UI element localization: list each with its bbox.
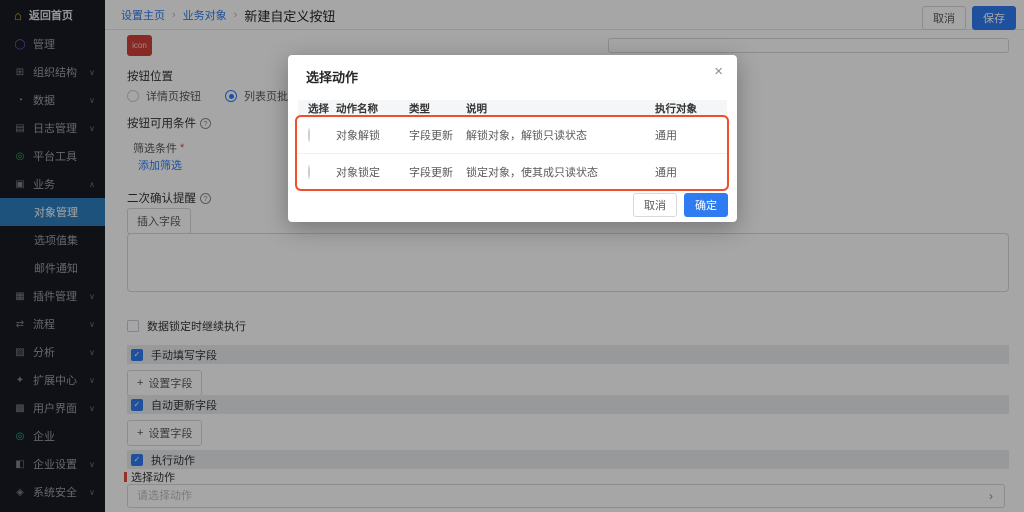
table-row-object-unlock[interactable]: 对象解锁 字段更新 解锁对象，解锁只读状态 通用 bbox=[298, 117, 727, 154]
action-table-header: 选择 动作名称 类型 说明 执行对象 bbox=[298, 100, 727, 117]
select-action-modal: 选择动作 × 选择 动作名称 类型 说明 执行对象 对象解锁 字段更新 解锁对象… bbox=[288, 55, 737, 222]
action-table: 选择 动作名称 类型 说明 执行对象 对象解锁 字段更新 解锁对象，解锁只读状态… bbox=[298, 100, 727, 191]
table-row-object-lock[interactable]: 对象锁定 字段更新 锁定对象，使其成只读状态 通用 bbox=[298, 154, 727, 191]
modal-confirm-button[interactable]: 确定 bbox=[684, 193, 728, 217]
modal-title: 选择动作 bbox=[306, 67, 358, 86]
radio-icon[interactable] bbox=[308, 128, 310, 142]
modal-cancel-button[interactable]: 取消 bbox=[633, 193, 677, 217]
close-icon[interactable]: × bbox=[714, 64, 723, 79]
radio-icon[interactable] bbox=[308, 165, 310, 179]
app-window: ⌂ 返回首页 ◯ 管理 ⊞ 组织结构 ∨ ◔ 数据 ∨ ▤ 日志管理 ∨ bbox=[0, 0, 1024, 512]
